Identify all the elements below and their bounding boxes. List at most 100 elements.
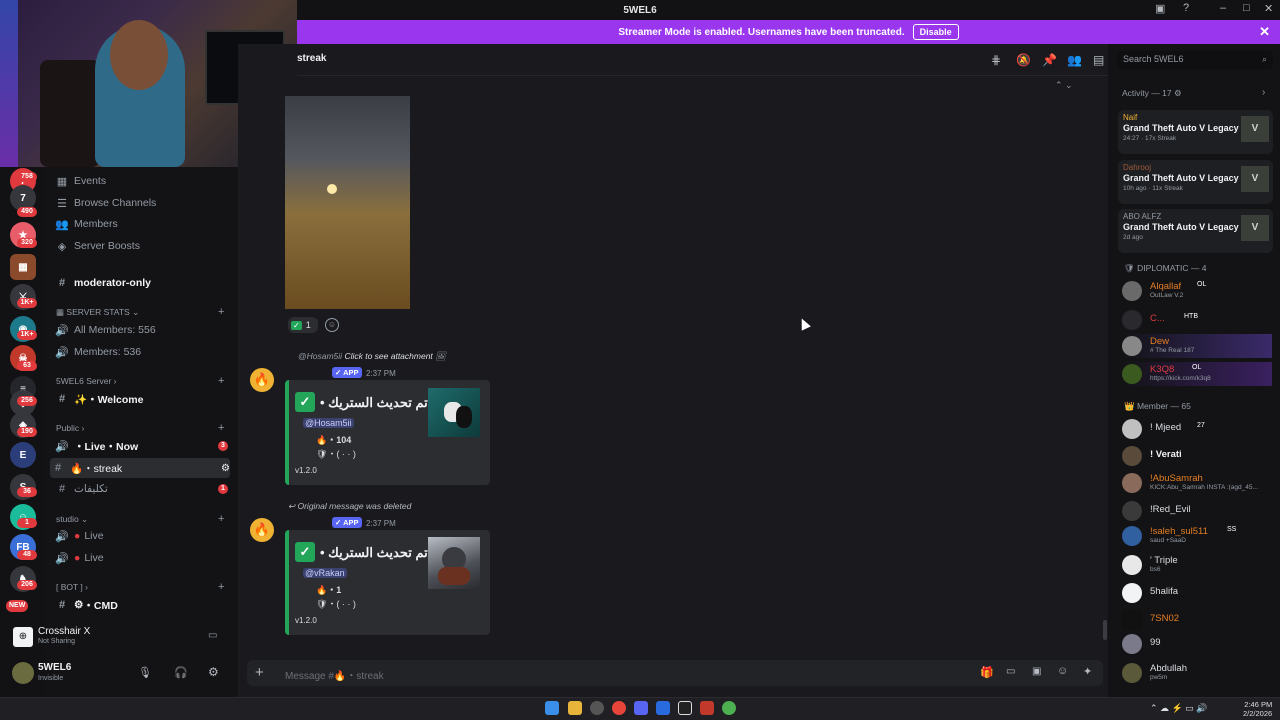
search-input[interactable]: Search 5WEL6 ⌕	[1117, 51, 1273, 69]
avatar[interactable]	[12, 662, 34, 684]
channel-members-count[interactable]: 🔊 Members: 536	[54, 342, 234, 362]
reply-reference[interactable]: @Hosam5ii Click to see attachment 🖼	[298, 351, 446, 362]
bot-avatar[interactable]: 🔥	[250, 368, 274, 392]
settings-app-icon[interactable]	[590, 701, 604, 715]
embed-thumbnail[interactable]	[428, 537, 480, 589]
member-item[interactable]: ! Mjeed 27	[1122, 417, 1272, 441]
disable-button[interactable]: Disable	[912, 24, 959, 40]
member-item[interactable]: ! Verati	[1122, 444, 1272, 468]
category-server[interactable]: 5WEL6 Server ›	[56, 376, 116, 386]
system-tray[interactable]: ⌃ ☁ ⚡ ▭ 🔊	[1150, 703, 1207, 714]
file-explorer-icon[interactable]	[568, 701, 582, 715]
channel-live-now[interactable]: 🔊 ・Live・Now	[54, 436, 234, 456]
sidebar-item-members[interactable]: 👥 Members	[54, 214, 234, 234]
category-server-stats[interactable]: ▦ SERVER STATS ⌄	[56, 307, 139, 318]
add-channel-icon[interactable]: +	[218, 422, 224, 434]
gift-icon[interactable]: 🎁	[980, 666, 994, 679]
avatar	[1122, 663, 1142, 683]
sidebar-item-browse-channels[interactable]: ☰ Browse Channels	[54, 193, 234, 213]
channel-welcome[interactable]: # ✨ ・Welcome	[54, 389, 234, 409]
category-public[interactable]: Public ›	[56, 423, 84, 433]
help-icon[interactable]: ?	[1183, 2, 1189, 14]
embed-thumbnail[interactable]	[428, 388, 480, 437]
sticker-icon[interactable]: ▣	[1032, 666, 1041, 677]
minimize-button[interactable]: –	[1220, 2, 1226, 14]
member-item[interactable]: ' Triple bs6	[1122, 553, 1272, 577]
image-attachment[interactable]	[285, 96, 410, 309]
add-channel-icon[interactable]: +	[218, 513, 224, 525]
activity-card[interactable]: Dahrooj Grand Theft Auto V Legacy 10h ag…	[1118, 160, 1273, 204]
embed-title: تم تحديث الستريك •	[320, 395, 428, 410]
app-icon[interactable]	[722, 701, 736, 715]
crosshair-panel[interactable]: ⊕ Crosshair X Not Sharing ▭	[8, 622, 234, 652]
user-mention[interactable]: @Hosam5ii	[303, 418, 354, 428]
bot-avatar[interactable]: 🔥	[250, 518, 274, 542]
chrome-icon[interactable]	[612, 701, 626, 715]
hash-icon: #	[58, 483, 66, 495]
activity-card[interactable]: Naif Grand Theft Auto V Legacy 24:27 · 1…	[1118, 110, 1273, 154]
member-item[interactable]: 5halifa	[1122, 581, 1272, 605]
sidebar-item-server-boosts[interactable]: ◈ Server Boosts	[54, 236, 234, 256]
microphone-icon[interactable]: 🎙	[138, 666, 152, 679]
close-button[interactable]: ✕	[1264, 2, 1273, 15]
sidebar-item-events[interactable]: ▦ Events	[54, 171, 234, 191]
reaction[interactable]: ✓ 1	[288, 317, 318, 333]
channel-cmd[interactable]: # ⚙ ・CMD	[54, 595, 234, 615]
server-icon[interactable]: E	[10, 442, 36, 468]
category-bot[interactable]: [ BOT ] ›	[56, 582, 88, 592]
voice-channel-live-1[interactable]: 🔊 ● Live	[54, 526, 234, 546]
screen-share-icon[interactable]: ▭	[208, 630, 217, 641]
voice-channel-live-2[interactable]: 🔊 ● Live	[54, 548, 234, 568]
settings-icon[interactable]: ⚙	[221, 463, 230, 474]
member-item[interactable]: C... HTB	[1122, 308, 1272, 332]
windows-start-icon[interactable]	[545, 701, 559, 715]
user-settings-icon[interactable]: ⚙	[208, 665, 219, 679]
chat-header: streak	[297, 44, 1108, 76]
scrollbar[interactable]	[1103, 620, 1107, 640]
server-icon[interactable]: ▦	[10, 254, 36, 280]
member-item[interactable]: K3Q8 OL https://kick.com/k3q8	[1122, 362, 1272, 386]
mute-icon[interactable]: 🔕	[1016, 53, 1031, 67]
close-banner-icon[interactable]: ✕	[1259, 24, 1270, 40]
member-item[interactable]: !saleh_sul511 SS saud +SaaD	[1122, 524, 1272, 548]
headphones-icon[interactable]: 🎧	[174, 666, 188, 679]
member-item[interactable]: !AbuSamrah KICK:Abu_Samrah INSTA :(agd_45…	[1122, 471, 1272, 495]
add-channel-icon[interactable]: +	[218, 375, 224, 387]
sparkles-icon: ✨	[74, 393, 88, 406]
attach-plus-icon[interactable]: +	[255, 664, 264, 681]
threads-icon[interactable]: ⋕	[991, 53, 1001, 67]
emoji-icon[interactable]: ☺	[1057, 665, 1068, 677]
jump-up-icon[interactable]: ⌃ ⌄	[1055, 80, 1073, 91]
user-mention[interactable]: @vRakan	[303, 568, 347, 578]
chevron-right-icon[interactable]: ›	[1262, 87, 1265, 98]
channel-streak[interactable]: # 🔥 ・streak ⚙	[50, 458, 230, 478]
app-icon[interactable]	[678, 701, 692, 715]
channel-takleefat[interactable]: # تكليفات	[54, 479, 234, 499]
member-list-icon[interactable]: 👥	[1067, 53, 1082, 67]
channel-all-members[interactable]: 🔊 All Members: 556	[54, 320, 234, 340]
member-item[interactable]: Dew # The Real 187	[1122, 334, 1272, 358]
category-studio[interactable]: studio ⌄	[56, 514, 88, 525]
member-item[interactable]: 99	[1122, 632, 1272, 656]
maximize-button[interactable]: □	[1243, 2, 1250, 14]
member-item[interactable]: 7SN02	[1122, 608, 1272, 632]
app-icon[interactable]	[700, 701, 714, 715]
channel-moderator-only[interactable]: # moderator-only	[54, 273, 234, 293]
member-item[interactable]: !Red_Evil	[1122, 499, 1272, 523]
inbox-header-icon[interactable]: ▤	[1093, 53, 1104, 67]
apps-icon[interactable]: ✦	[1083, 665, 1092, 678]
gear-icon[interactable]: ⚙	[1174, 88, 1182, 98]
inbox-icon[interactable]: ▣	[1155, 2, 1165, 15]
add-channel-icon[interactable]: +	[218, 581, 224, 593]
clock[interactable]: 2:46 PM 2/2/2026	[1243, 700, 1272, 718]
gif-icon[interactable]: ▭	[1006, 666, 1015, 677]
pin-icon[interactable]: 📌	[1042, 53, 1057, 67]
activity-card[interactable]: ABO ALFZ Grand Theft Auto V Legacy 2d ag…	[1118, 209, 1273, 253]
message-input[interactable]: Message #🔥・streak	[285, 667, 384, 682]
member-item[interactable]: Alqallaf OL OutLaw V.2	[1122, 279, 1272, 303]
member-item[interactable]: Abdullah pw5m	[1122, 661, 1272, 685]
add-reaction-icon[interactable]: ☺	[325, 318, 339, 332]
mail-icon[interactable]	[656, 701, 670, 715]
add-channel-icon[interactable]: +	[218, 306, 224, 318]
discord-taskbar-icon[interactable]	[634, 701, 648, 715]
